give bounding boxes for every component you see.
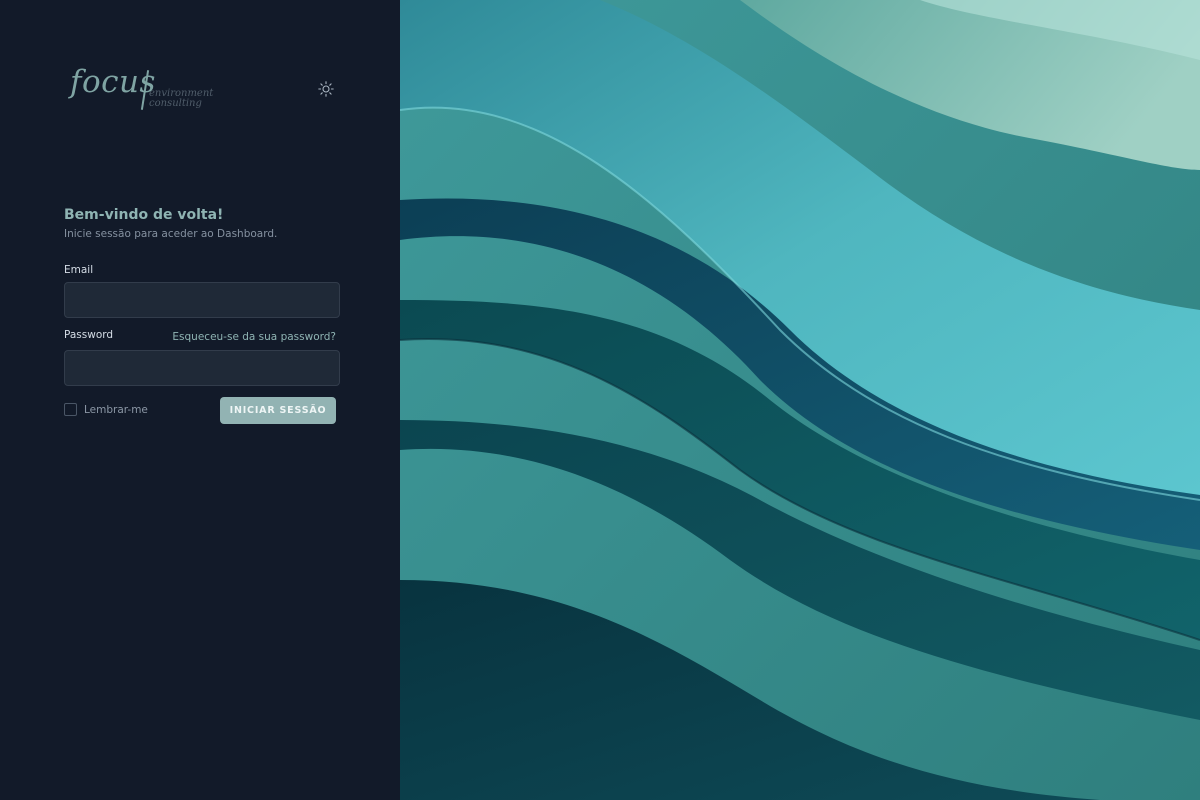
password-field[interactable] — [64, 350, 340, 386]
forgot-password-link[interactable]: Esqueceu-se da sua password? — [172, 331, 336, 343]
email-label: Email — [64, 264, 94, 276]
remember-me-checkbox[interactable] — [64, 403, 77, 416]
email-field[interactable] — [64, 282, 340, 318]
password-label: Password — [64, 329, 114, 341]
login-submit-button[interactable]: INICIAR SESSÃO — [220, 397, 336, 424]
remember-me-option[interactable]: Lembrar-me — [64, 403, 148, 416]
sun-icon — [318, 81, 334, 97]
hero-wave-image — [400, 0, 1200, 800]
theme-toggle-button[interactable] — [316, 79, 336, 99]
login-panel: focus environment consulting Bem-vindo d… — [0, 0, 400, 800]
welcome-subtitle: Inicie sessão para aceder ao Dashboard. — [64, 228, 278, 240]
logo-tagline-line2: consulting — [149, 98, 202, 109]
focus-logo: focus environment consulting — [70, 60, 220, 115]
welcome-heading: Bem-vindo de volta! — [64, 207, 224, 223]
remember-me-label: Lembrar-me — [84, 403, 148, 416]
